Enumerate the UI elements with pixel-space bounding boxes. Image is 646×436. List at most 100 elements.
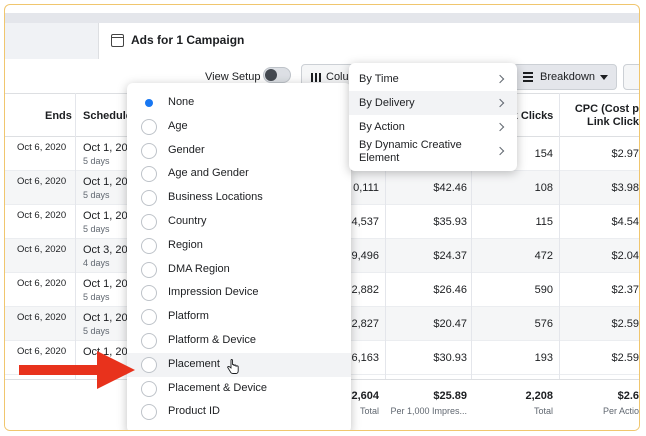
cell-cpc: $2.59 bbox=[611, 352, 639, 364]
cell-link-clicks: 193 bbox=[534, 352, 553, 364]
cell-impressions: 2,882 bbox=[351, 284, 379, 296]
header-schedule[interactable]: Schedule bbox=[83, 94, 132, 138]
hand-pointer-icon bbox=[227, 358, 239, 374]
radio-button[interactable] bbox=[141, 380, 157, 397]
submenu-item[interactable]: By Time bbox=[349, 67, 517, 91]
breakdown-option-label: Age bbox=[168, 119, 188, 132]
breakdown-label: Breakdown bbox=[540, 71, 596, 83]
radio-button[interactable] bbox=[141, 95, 157, 111]
total-cpc: $2.6 bbox=[617, 390, 639, 402]
breakdown-option-label: Age and Gender bbox=[168, 167, 249, 180]
cell-link-clicks: 576 bbox=[534, 318, 553, 330]
breakdown-option[interactable]: Age and Gender bbox=[127, 162, 351, 186]
cell-ends: Oct 6, 2020 bbox=[17, 278, 67, 289]
chevron-right-icon bbox=[495, 98, 505, 108]
cell-impressions: 6,163 bbox=[351, 352, 379, 364]
header-cpc[interactable]: CPC (Cost p Link Click bbox=[569, 94, 639, 138]
toggle-knob bbox=[265, 69, 277, 81]
red-arrow-icon bbox=[19, 351, 135, 389]
radio-button[interactable] bbox=[141, 261, 157, 278]
breakdown-option-label: Placement bbox=[168, 357, 220, 370]
breakdown-option[interactable]: Age bbox=[127, 115, 351, 139]
total-cpm: $25.89 bbox=[433, 390, 467, 402]
radio-button[interactable] bbox=[141, 237, 157, 254]
breakdown-option-label: Placement & Device bbox=[168, 381, 268, 394]
cell-link-clicks: 115 bbox=[535, 216, 553, 228]
more-button[interactable] bbox=[623, 64, 639, 90]
submenu-item[interactable]: By Delivery bbox=[349, 91, 517, 115]
cell-link-clicks: 472 bbox=[534, 250, 553, 262]
breakdown-option[interactable]: Region bbox=[127, 234, 351, 258]
columns-label: Colu bbox=[326, 71, 349, 83]
submenu-item-label: By Delivery bbox=[359, 97, 415, 109]
radio-button[interactable] bbox=[141, 285, 157, 302]
breakdown-option-label: None bbox=[168, 96, 195, 108]
breakdown-option[interactable]: Country bbox=[127, 210, 351, 234]
breakdown-option[interactable]: Gender bbox=[127, 139, 351, 163]
radio-button[interactable] bbox=[141, 118, 157, 135]
radio-button[interactable] bbox=[141, 309, 157, 326]
breakdown-option-label: Country bbox=[168, 215, 207, 227]
submenu-item[interactable]: By Action bbox=[349, 115, 517, 139]
radio-button[interactable] bbox=[141, 142, 157, 159]
breakdown-option-label: Product ID bbox=[168, 405, 220, 418]
cell-duration: 5 days bbox=[83, 156, 110, 166]
cell-impressions: 9,496 bbox=[351, 250, 379, 262]
breakdown-option[interactable]: DMA Region bbox=[127, 258, 351, 282]
cell-impressions: 0,111 bbox=[353, 182, 379, 194]
cell-cpm: $35.93 bbox=[433, 216, 467, 228]
chevron-right-icon bbox=[495, 122, 505, 132]
breakdown-icon bbox=[523, 72, 533, 83]
breakdown-option-label: Region bbox=[168, 238, 203, 251]
cell-cpm: $20.47 bbox=[433, 318, 467, 330]
view-setup-label: View Setup bbox=[205, 71, 261, 83]
breakdown-option[interactable]: None bbox=[127, 91, 351, 115]
cell-ends: Oct 6, 2020 bbox=[17, 210, 67, 221]
cell-duration: 5 days bbox=[83, 224, 110, 234]
cell-duration: 5 days bbox=[83, 190, 110, 200]
header-ends[interactable]: Ends bbox=[45, 94, 72, 138]
submenu-item-label: By Dynamic Creative Element bbox=[359, 139, 462, 164]
breakdown-option-label: Platform & Device bbox=[168, 334, 257, 346]
cell-cpm: $30.93 bbox=[433, 352, 467, 364]
radio-button[interactable] bbox=[141, 214, 157, 230]
cell-link-clicks: 154 bbox=[534, 148, 553, 160]
cell-impressions: 4,537 bbox=[351, 216, 379, 228]
breakdown-button[interactable]: Breakdown bbox=[513, 64, 617, 90]
cell-duration: 4 days bbox=[83, 258, 110, 268]
breakdown-option[interactable]: Placement bbox=[127, 352, 351, 377]
radio-button[interactable] bbox=[141, 356, 157, 373]
cell-cpm: $24.37 bbox=[433, 250, 467, 262]
columns-icon bbox=[311, 73, 321, 82]
total-cpm-sub: Per 1,000 Impres... bbox=[390, 406, 467, 416]
breakdown-option[interactable]: Platform bbox=[127, 305, 351, 329]
caret-down-icon bbox=[600, 75, 608, 80]
cell-duration: 5 days bbox=[83, 292, 110, 302]
total-link-clicks: 2,208 bbox=[525, 390, 553, 402]
breakdown-option-label: DMA Region bbox=[168, 262, 230, 275]
breakdown-option[interactable]: Product ID bbox=[127, 400, 351, 424]
total-impressions-sub: Total bbox=[359, 406, 379, 416]
cell-cpc: $4.54 bbox=[611, 216, 639, 228]
window-icon bbox=[111, 34, 124, 47]
tab-title: Ads for 1 Campaign bbox=[131, 33, 245, 47]
breakdown-option[interactable]: Impression Device bbox=[127, 281, 351, 305]
radio-button[interactable] bbox=[141, 404, 157, 421]
cell-cpc: $3.98 bbox=[611, 182, 639, 194]
top-strip bbox=[5, 13, 639, 23]
view-setup-toggle[interactable] bbox=[263, 67, 291, 83]
submenu-item-label: By Action bbox=[359, 121, 405, 133]
radio-button[interactable] bbox=[141, 166, 157, 183]
submenu-item[interactable]: By Dynamic Creative Element bbox=[349, 139, 517, 169]
breakdown-option[interactable]: Placement & Device bbox=[127, 377, 351, 401]
submenu-item-label: By Time bbox=[359, 73, 399, 85]
breakdown-option[interactable]: Platform & Device bbox=[127, 329, 351, 353]
cell-duration: 5 days bbox=[83, 326, 110, 336]
tab-ads-campaign[interactable]: Ads for 1 Campaign bbox=[98, 23, 639, 59]
radio-button[interactable] bbox=[141, 190, 157, 207]
breakdown-submenu: By Time By Delivery By Action By Dynamic Cr… bbox=[349, 63, 517, 171]
breakdown-option-label: Impression Device bbox=[168, 286, 259, 299]
breakdown-option[interactable]: Business Locations bbox=[127, 186, 351, 210]
breakdown-option-label: Business Locations bbox=[168, 191, 263, 204]
radio-button[interactable] bbox=[141, 333, 157, 349]
